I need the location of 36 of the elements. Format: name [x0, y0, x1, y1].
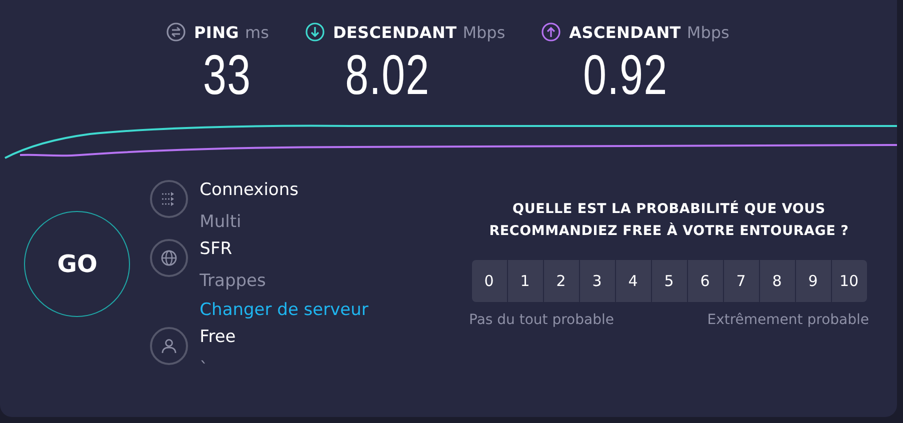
info-title: SFR — [200, 239, 234, 259]
metric-unit: Mbps — [462, 22, 506, 42]
scale-high-label: Extrêmement probable — [707, 312, 869, 328]
score-button[interactable]: 0 — [472, 260, 506, 302]
score-button[interactable]: 4 — [616, 260, 650, 302]
metric-unit: ms — [245, 22, 269, 42]
score-button[interactable]: 6 — [688, 260, 722, 302]
info-subtitle: Trappes — [200, 270, 267, 292]
metric-label: DESCENDANT — [332, 22, 457, 42]
score-button[interactable]: 8 — [760, 260, 794, 302]
change-server-link[interactable]: Changer de serveur — [200, 299, 368, 321]
info-subtitle: Multi — [200, 211, 242, 233]
info-title: Connexions — [200, 180, 298, 200]
metric-label: ASCENDANT — [569, 22, 681, 42]
ping-icon — [166, 22, 186, 42]
globe-icon — [160, 249, 178, 267]
download-icon — [304, 22, 325, 42]
score-button[interactable]: 9 — [796, 260, 830, 302]
score-button[interactable]: 1 — [508, 260, 542, 302]
metric-label: PING — [194, 22, 240, 42]
score-button[interactable]: 5 — [652, 260, 686, 302]
go-button[interactable]: GO — [24, 210, 130, 316]
user-icon — [160, 337, 178, 355]
score-button[interactable]: 7 — [724, 260, 758, 302]
score-button[interactable]: 10 — [832, 260, 866, 302]
survey-question: QUELLE EST LA PROBABILITÉ QUE VOUS RECOMMANDIEZ FREE À VOTRE ENTOURAGE ? — [488, 200, 850, 241]
score-button[interactable]: 3 — [580, 260, 614, 302]
metric-value: 33 — [203, 44, 252, 106]
info-title: Free — [200, 327, 236, 347]
metric-unit: Mbps — [686, 22, 730, 42]
metric-value: 8.02 — [344, 44, 430, 106]
score-button[interactable]: 2 — [544, 260, 578, 302]
scale-low-label: Pas du tout probable — [469, 312, 614, 328]
info-subtitle: ` — [200, 358, 210, 380]
metric-value: 0.92 — [582, 44, 668, 106]
upload-icon — [541, 22, 562, 42]
